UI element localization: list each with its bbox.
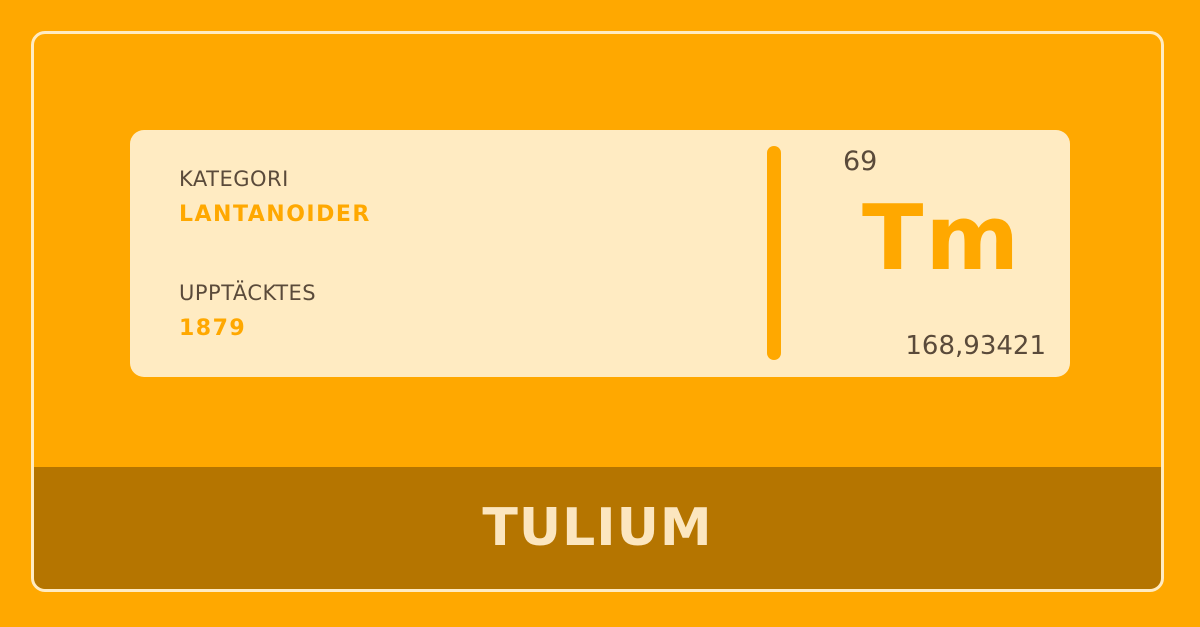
discovered-value: 1879 (179, 316, 247, 341)
element-symbol: Tm (862, 186, 1022, 291)
atomic-mass: 168,93421 (905, 331, 1046, 361)
discovered-label: UPPTÄCKTES (179, 281, 317, 305)
name-banner: TULIUM (34, 467, 1161, 589)
atomic-number: 69 (843, 146, 878, 177)
divider (767, 146, 781, 360)
element-name: TULIUM (482, 498, 713, 558)
category-label: KATEGORI (179, 167, 289, 191)
category-value: LANTANOIDER (179, 202, 371, 227)
info-card: KATEGORI LANTANOIDER UPPTÄCKTES 1879 69 … (130, 130, 1070, 377)
